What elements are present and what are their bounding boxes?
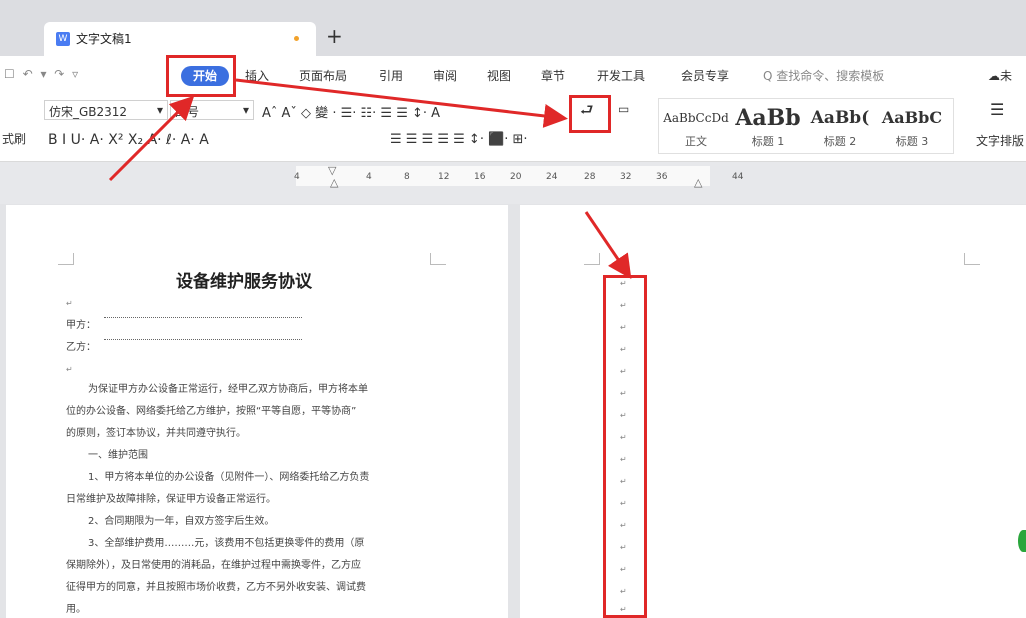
ruler[interactable]: 4 4 8 12 16 20 24 28 32 36 44 ▽ △ △ <box>0 162 1026 204</box>
style-label: 标题 3 <box>895 135 929 148</box>
ruler-tick: 16 <box>474 172 486 182</box>
style-heading-2[interactable]: AaBb( 标题 2 <box>805 99 875 155</box>
document-page-1[interactable]: 设备维护服务协议 ↵ 甲方： 乙方： ↵ 为保证甲方办公设备正常运行，经甲乙双方… <box>6 205 508 618</box>
style-normal[interactable]: AaBbCcDd 正文 <box>661 99 731 155</box>
style-label: 正文 <box>685 135 707 148</box>
body-line: 2、合同期限为一年，自双方签字后生效。 <box>88 516 275 527</box>
body-line: 保期除外），及日常使用的消耗品，在维护过程中需换零件，乙方应 <box>66 560 361 571</box>
body-line: 征得甲方的同意，并且按照市场价收费，乙方不另外收安装、调试费 <box>66 582 366 593</box>
style-heading-1[interactable]: AaBb 标题 1 <box>733 99 803 155</box>
style-label: 标题 1 <box>751 135 785 148</box>
highlight-box-paragraph-marks <box>603 275 647 618</box>
text-layout-label[interactable]: 文字排版 <box>976 132 1024 149</box>
unsaved-indicator <box>294 36 299 41</box>
tab-developer[interactable]: 开发工具 <box>597 67 645 84</box>
style-heading-3[interactable]: AaBbC 标题 3 <box>877 99 947 155</box>
indent-marker-icon[interactable]: △ <box>330 176 338 189</box>
writer-doc-icon: W <box>56 32 70 46</box>
party-a-blank <box>104 317 302 318</box>
ruler-track: 4 4 8 12 16 20 24 28 32 36 44 <box>294 166 743 186</box>
ruler-tick: 12 <box>438 172 450 182</box>
ruler-tick: 28 <box>584 172 596 182</box>
ruler-tick: 44 <box>732 172 744 182</box>
ruler-tick: 24 <box>546 172 558 182</box>
body-line: 为保证甲方办公设备正常运行，经甲乙双方协商后，甲方将本单 <box>88 384 368 395</box>
margin-corner <box>584 253 600 265</box>
style-preview: AaBbC <box>881 108 943 127</box>
tab-view[interactable]: 视图 <box>487 67 511 84</box>
paragraph-tools[interactable]: ☰ ☰ ☰ ☰ ☰ ↕· ⬛· ⊞· <box>390 132 528 147</box>
style-preview: AaBb( <box>810 108 870 128</box>
ruler-tick: 4 <box>366 172 372 182</box>
body-line: 的原则，签订本协议，并共同遵守执行。 <box>66 428 246 439</box>
new-tab-button[interactable]: + <box>326 24 343 48</box>
ruler-icon[interactable]: ▭ <box>618 102 629 116</box>
section-heading: 一、维护范围 <box>88 450 148 461</box>
document-tab[interactable]: W 文字文稿1 <box>44 22 316 56</box>
style-gallery: AaBbCcDd 正文 AaBb 标题 1 AaBb( 标题 2 AaBbC 标题 3 <box>658 98 954 154</box>
cloud-label: 未 <box>1000 69 1013 83</box>
style-preview: AaBb <box>735 105 801 131</box>
tab-insert[interactable]: 插入 <box>245 67 269 84</box>
font-size-value: 四号 <box>175 105 200 119</box>
ruler-tick: 8 <box>404 172 410 182</box>
tab-bar: W 文字文稿1 + <box>0 0 1026 56</box>
highlight-box-paragraph-mark <box>569 95 611 133</box>
party-b-label: 乙方： <box>66 342 96 353</box>
style-label: 标题 2 <box>823 135 857 148</box>
paragraph-mark: ↵ <box>66 365 73 374</box>
indent-marker-icon[interactable]: △ <box>694 176 702 189</box>
chevron-down-icon: ▾ <box>242 103 249 117</box>
menu-bar: ☐ ↶ ▾ ↷ ▿ 开始 插入 页面布局 引用 审阅 视图 章节 开发工具 会员… <box>0 56 1026 92</box>
tab-member[interactable]: 会员专享 <box>681 67 729 84</box>
body-line: 用。 <box>66 604 86 615</box>
cloud-sync[interactable]: ☁未 <box>988 67 1012 84</box>
tab-page-layout[interactable]: 页面布局 <box>299 67 347 84</box>
font-family-value: 仿宋_GB2312 <box>49 105 128 119</box>
tab-chapter[interactable]: 章节 <box>541 67 565 84</box>
style-preview: AaBbCcDd <box>663 111 729 125</box>
ruler-tick: 32 <box>620 172 632 182</box>
font-family-select[interactable]: 仿宋_GB2312 ▾ <box>44 100 168 120</box>
format-painter-label[interactable]: 式刷 <box>2 130 26 147</box>
tab-review[interactable]: 审阅 <box>433 67 457 84</box>
font-tools-row[interactable]: Aˆ Aˇ ◇ 變 · ☰· ☷· ☰ ☰ ↕· A <box>262 102 440 121</box>
ruler-tick: 36 <box>656 172 668 182</box>
text-layout-icon[interactable]: ☰ <box>990 100 1004 119</box>
document-page-2[interactable]: ↵ ↵ ↵ ↵ ↵ ↵ ↵ ↵ ↵ ↵ ↵ ↵ ↵ ↵ ↵ ↵ <box>520 205 1026 618</box>
chevron-down-icon: ▾ <box>156 103 163 117</box>
ruler-tick: 20 <box>510 172 522 182</box>
ruler-tick: 4 <box>294 172 300 182</box>
cloud-icon: ☁ <box>988 69 1000 83</box>
search-icon: Q <box>763 69 773 83</box>
quick-access-toolbar[interactable]: ☐ ↶ ▾ ↷ ▿ <box>4 67 80 81</box>
ribbon: 式刷 仿宋_GB2312 ▾ 四号 ▾ Aˆ Aˇ ◇ 變 · ☰· ☷· ☰ ☰ … <box>0 92 1026 162</box>
document-heading: 设备维护服务协议 <box>176 272 312 292</box>
party-a-label: 甲方： <box>66 320 96 331</box>
party-b-blank <box>104 339 302 340</box>
body-line: 1、甲方将本单位的办公设备（见附件一）、网络委托给乙方负责 <box>88 472 370 483</box>
command-search[interactable]: Q 查找命令、搜索模板 <box>763 67 884 84</box>
highlight-box-home-tab <box>166 55 236 97</box>
margin-corner <box>964 253 980 265</box>
body-line: 位的办公设备、网络委托给乙方维护，按照“平等自愿，平等协商” <box>66 406 357 417</box>
font-size-select[interactable]: 四号 ▾ <box>170 100 254 120</box>
tab-references[interactable]: 引用 <box>379 67 403 84</box>
body-line: 3、全部维护费用………元，该费用不包括更换零件的费用（原 <box>88 538 365 549</box>
body-line: 日常维护及故障排除，保证甲方设备正常运行。 <box>66 494 276 505</box>
margin-corner <box>58 253 74 265</box>
side-widget <box>1018 530 1026 552</box>
document-tab-title: 文字文稿1 <box>76 32 132 46</box>
margin-corner <box>430 253 446 265</box>
text-format-tools[interactable]: B I U· A· X² X₂ A· ℓ· A· A <box>48 132 209 148</box>
search-text: 查找命令、搜索模板 <box>776 69 885 83</box>
paragraph-mark: ↵ <box>66 299 73 308</box>
